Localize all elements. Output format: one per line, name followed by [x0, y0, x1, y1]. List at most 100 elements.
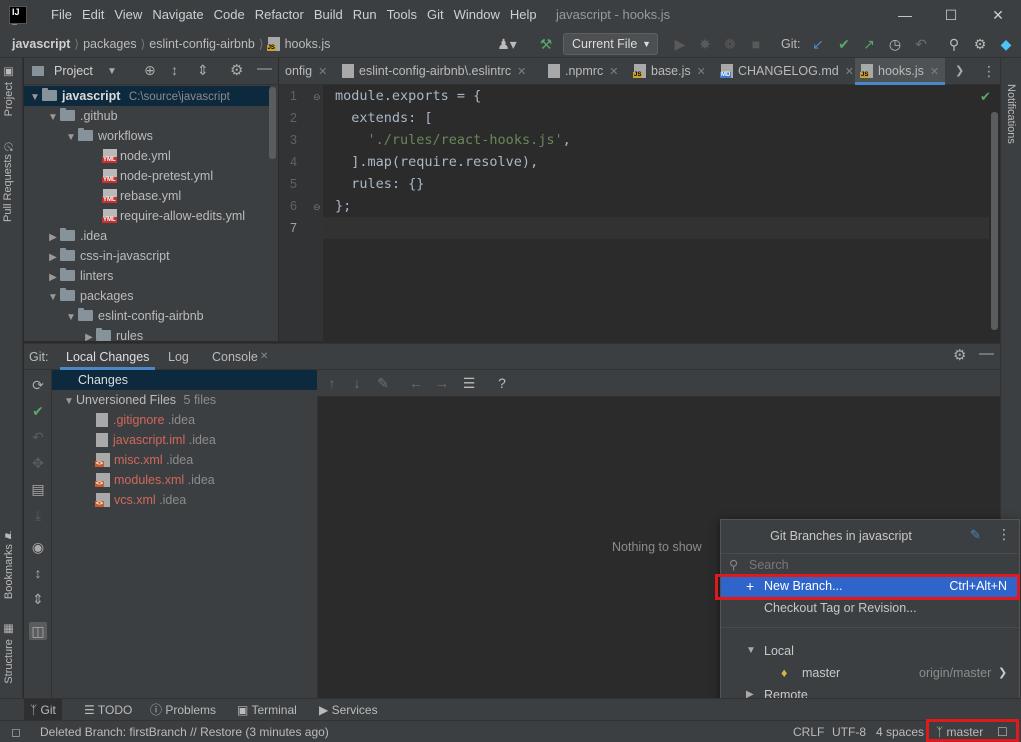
- chevron-right-icon[interactable]: ▶: [82, 328, 96, 341]
- list-item-modules-xml[interactable]: modules.xml .idea: [95, 470, 215, 490]
- line-separator-widget[interactable]: CRLF: [793, 721, 824, 742]
- menu-navigate[interactable]: Navigate: [147, 0, 208, 30]
- maximize-button[interactable]: ☐: [928, 0, 974, 30]
- collapse-all-icon[interactable]: ⇕: [29, 590, 47, 608]
- breadcrumb-project[interactable]: javascript: [8, 30, 74, 58]
- arrow-left-icon[interactable]: ←: [407, 374, 425, 392]
- breadcrumb-eslint-config[interactable]: eslint-config-airbnb: [145, 30, 259, 58]
- help-icon[interactable]: ?: [493, 374, 511, 392]
- tab-base-js[interactable]: base.js ✕: [628, 58, 712, 85]
- chevron-right-icon[interactable]: ▶: [46, 268, 60, 288]
- show-diff-icon[interactable]: ✥: [29, 454, 47, 472]
- tab-npmrc[interactable]: .npmrc ✕: [542, 58, 624, 85]
- menu-run[interactable]: Run: [348, 0, 382, 30]
- git-settings-gear-icon[interactable]: ⚙: [953, 346, 966, 364]
- list-item-misc-xml[interactable]: misc.xml .idea: [95, 450, 193, 470]
- hide-panel-icon[interactable]: —: [979, 345, 994, 362]
- refresh-icon[interactable]: ⟳: [29, 376, 47, 394]
- user-icon[interactable]: ♟▾: [497, 34, 517, 54]
- arrow-down-icon[interactable]: ↓: [348, 374, 366, 392]
- tool-tab-project[interactable]: Project ▣: [2, 66, 15, 116]
- tree-item-linters[interactable]: ▶ linters: [46, 266, 113, 286]
- chevron-down-icon[interactable]: ▼: [107, 58, 117, 85]
- fold-marker-icon[interactable]: ⊖: [313, 92, 321, 103]
- chevron-right-icon[interactable]: ▶: [46, 248, 60, 268]
- changelist-icon[interactable]: ▤: [29, 480, 47, 498]
- git-commit-icon[interactable]: ✔: [834, 34, 854, 54]
- tree-item-rules[interactable]: ▶ rules: [82, 326, 143, 341]
- chevron-down-icon[interactable]: ▼: [46, 288, 60, 308]
- tool-tab-todo[interactable]: ☰ TODO: [78, 699, 138, 721]
- more-vertical-icon[interactable]: ⋮: [982, 58, 996, 85]
- menu-code[interactable]: Code: [209, 0, 250, 30]
- tool-tab-problems[interactable]: ⓘ Problems: [144, 699, 222, 721]
- fold-marker-icon[interactable]: ⊖: [313, 202, 321, 213]
- encoding-widget[interactable]: UTF-8: [832, 721, 866, 742]
- chevron-down-icon[interactable]: ▼: [64, 308, 78, 328]
- stop-icon[interactable]: ■: [746, 34, 766, 54]
- menu-edit[interactable]: Edit: [77, 0, 109, 30]
- git-push-icon[interactable]: ↗: [859, 34, 879, 54]
- tree-item-javascript[interactable]: ▼ javascript C:\source\javascript: [24, 86, 270, 106]
- preview-toggle-icon[interactable]: ◫: [29, 622, 47, 640]
- list-item-javascript-iml[interactable]: javascript.iml .idea: [96, 430, 216, 450]
- arrow-up-icon[interactable]: ↑: [323, 374, 341, 392]
- list-item-gitignore[interactable]: .gitignore .idea: [96, 410, 195, 430]
- chevron-down-icon[interactable]: ▼: [62, 392, 76, 412]
- close-tab-icon[interactable]: ✕: [318, 66, 327, 78]
- menu-tools[interactable]: Tools: [382, 0, 422, 30]
- arrow-right-icon[interactable]: →: [433, 374, 451, 392]
- status-message[interactable]: Deleted Branch: firstBranch // Restore (…: [40, 721, 329, 742]
- close-tab-icon[interactable]: ✕: [609, 66, 618, 78]
- branch-search-input[interactable]: ⚲ Search: [721, 553, 1019, 575]
- expand-all-icon[interactable]: ↕: [171, 62, 178, 78]
- close-tab-icon[interactable]: ✕: [930, 66, 939, 78]
- tool-tab-pull-requests[interactable]: Pull Requests ⎋: [2, 140, 14, 222]
- tree-item-node-pretest-yml[interactable]: node-pretest.yml: [102, 166, 213, 186]
- run-icon[interactable]: ▶: [670, 34, 690, 54]
- local-branches-group[interactable]: ▼ Local: [721, 640, 1019, 662]
- tree-item-packages[interactable]: ▼ packages: [46, 286, 134, 306]
- view-options-eye-icon[interactable]: ◉: [29, 538, 47, 556]
- tool-tab-notifications[interactable]: Notifications: [1005, 84, 1017, 144]
- tool-tab-terminal[interactable]: ▣ Terminal: [231, 699, 303, 721]
- project-scrollbar[interactable]: [269, 87, 276, 159]
- search-icon[interactable]: ⚲: [944, 34, 964, 54]
- menu-build[interactable]: Build: [309, 0, 348, 30]
- menu-file[interactable]: File: [46, 0, 77, 30]
- commit-check-icon[interactable]: ✔: [29, 402, 47, 420]
- close-tab-icon[interactable]: ✕: [845, 66, 854, 78]
- tab-console[interactable]: Console: [206, 344, 264, 370]
- indent-widget[interactable]: 4 spaces: [876, 721, 924, 742]
- close-tab-icon[interactable]: ✕: [517, 66, 526, 78]
- chevron-down-icon[interactable]: ▼: [64, 128, 78, 148]
- chevron-down-icon[interactable]: ▼: [46, 108, 60, 128]
- menu-refactor[interactable]: Refactor: [250, 0, 309, 30]
- tree-item-css-in-javascript[interactable]: ▶ css-in-javascript: [46, 246, 170, 266]
- shelve-icon[interactable]: ⤓: [29, 506, 47, 524]
- tree-item-require-allow-edits-yml[interactable]: require-allow-edits.yml: [102, 206, 245, 226]
- tab-log[interactable]: Log: [162, 344, 195, 370]
- tree-item-github[interactable]: ▼ .github: [46, 106, 118, 126]
- tab-hooks-js[interactable]: hooks.js ✕: [855, 58, 946, 85]
- tab-list-chevron-icon[interactable]: ❯: [955, 58, 964, 85]
- locate-file-icon[interactable]: ⊕: [144, 62, 156, 79]
- coverage-icon[interactable]: ❁: [720, 34, 740, 54]
- tab-eslintrc[interactable]: eslint-config-airbnb\.eslintrc ✕: [336, 58, 532, 85]
- tab-changelog[interactable]: CHANGELOG.md ✕: [715, 58, 860, 85]
- project-view-select[interactable]: Project: [54, 58, 93, 85]
- tab-local-changes[interactable]: Local Changes: [60, 344, 156, 370]
- rollback-icon[interactable]: ↶: [29, 428, 47, 446]
- git-update-icon[interactable]: ↙: [808, 34, 828, 54]
- menu-window[interactable]: Window: [449, 0, 505, 30]
- chevron-down-icon[interactable]: ▼: [28, 88, 42, 108]
- menu-git[interactable]: Git: [422, 0, 449, 30]
- tree-item-rebase-yml[interactable]: rebase.yml: [102, 186, 181, 206]
- tree-item-node-yml[interactable]: node.yml: [102, 146, 171, 166]
- list-options-icon[interactable]: ☰: [460, 374, 478, 392]
- hide-panel-icon[interactable]: —: [257, 60, 272, 77]
- unversioned-files-node[interactable]: ▼ Unversioned Files 5 files: [62, 390, 216, 410]
- git-rollback-icon[interactable]: ↶: [911, 34, 931, 54]
- collapse-all-icon[interactable]: ⇕: [197, 62, 209, 79]
- breadcrumb-packages[interactable]: packages: [79, 30, 141, 58]
